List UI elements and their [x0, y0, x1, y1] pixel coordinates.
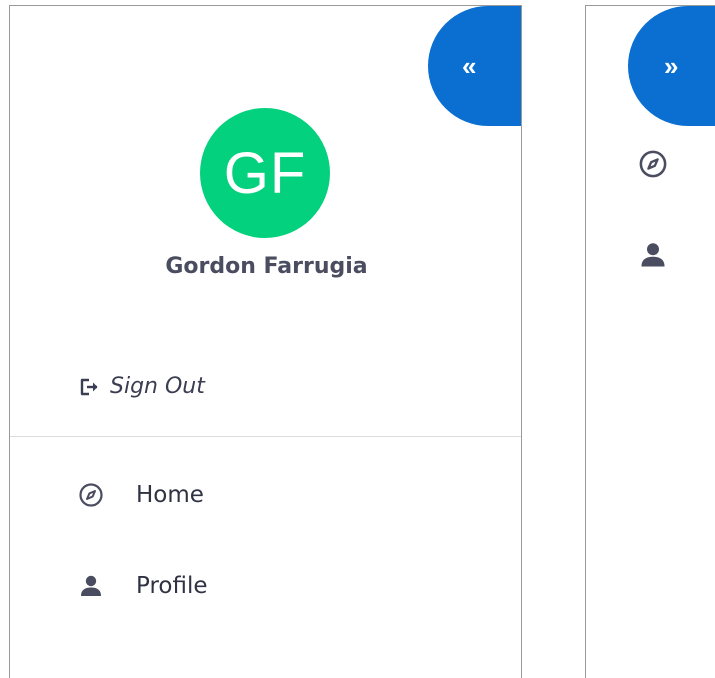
nav-item-profile[interactable]: Profile — [78, 573, 208, 599]
compass-icon — [78, 482, 104, 508]
avatar-initials: GF — [223, 140, 307, 206]
double-chevron-right-icon: » — [664, 51, 679, 81]
collapse-sidebar-button[interactable]: « — [428, 6, 521, 126]
sign-out-link[interactable]: Sign Out — [78, 374, 205, 399]
avatar: GF — [200, 108, 330, 238]
divider — [10, 436, 521, 437]
expand-sidebar-button[interactable]: » — [628, 6, 715, 126]
sign-out-label: Sign Out — [110, 374, 205, 399]
nav-item-profile-label: Profile — [136, 573, 208, 599]
nav-item-home-label: Home — [136, 482, 204, 508]
double-chevron-left-icon: « — [462, 51, 477, 81]
collapsed-nav-profile[interactable] — [638, 240, 668, 270]
user-name: Gordon Farrugia — [165, 254, 368, 279]
sign-out-icon — [78, 376, 100, 398]
sidebar-collapsed: » — [585, 5, 715, 678]
app-stage: « GF Gordon Farrugia Sign Out Home Profi… — [0, 0, 715, 678]
collapsed-nav-home[interactable] — [638, 149, 668, 179]
nav-item-home[interactable]: Home — [78, 482, 204, 508]
sidebar-expanded: « GF Gordon Farrugia Sign Out Home Profi… — [9, 5, 522, 678]
compass-icon — [639, 150, 667, 178]
user-icon — [78, 573, 104, 599]
user-icon — [641, 243, 665, 267]
